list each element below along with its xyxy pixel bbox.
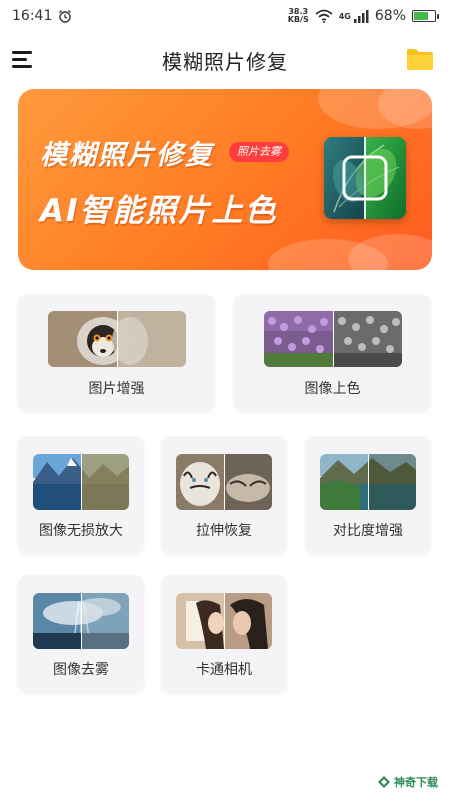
feature-label: 图像上色 (304, 381, 361, 397)
banner-cloud (348, 234, 432, 270)
banner-leaf-photo (324, 137, 406, 219)
net-speed: 38.3 KB/S (288, 8, 309, 24)
watermark-text: 神奇下载 (394, 776, 438, 789)
feature-label: 对比度增强 (333, 523, 403, 539)
feature-card-cartoon-camera[interactable]: 卡通相机 (161, 575, 287, 692)
colorize-thumbnail (264, 311, 402, 367)
signal-icon (353, 10, 369, 23)
banner-title-line1: 模糊照片修复 (40, 140, 214, 171)
status-left: 16:41 (12, 8, 72, 24)
net-speed-unit: KB/S (287, 15, 309, 24)
promo-banner[interactable]: 模糊照片修复 照片去雾 AI智能照片上色 (18, 89, 432, 270)
battery-icon (412, 10, 439, 22)
image-enhance-thumbnail (48, 311, 186, 367)
app-header: 模糊照片修复 (0, 38, 450, 82)
hamburger-menu-icon[interactable] (12, 51, 34, 69)
battery-fill (414, 12, 428, 20)
lossless-upscale-thumbnail (33, 454, 129, 510)
status-bar: 16:41 38.3 KB/S 4G 68% (0, 0, 450, 32)
feature-label: 图像无损放大 (39, 523, 123, 539)
feature-label: 拉伸恢复 (196, 523, 252, 539)
feature-label: 图片增强 (88, 381, 145, 397)
page-title: 模糊照片修复 (162, 49, 288, 74)
cartoon-camera-thumbnail (176, 593, 272, 649)
folder-icon[interactable] (406, 47, 434, 71)
feature-card-stretch-restore[interactable]: 拉伸恢复 (161, 436, 287, 553)
dehaze-thumbnail (33, 593, 129, 649)
network-type-label: 4G (338, 12, 351, 21)
banner-badge: 照片去雾 (229, 142, 289, 162)
wifi-icon (315, 9, 333, 23)
battery-percent: 68% (374, 8, 406, 24)
feature-label: 卡通相机 (196, 662, 252, 678)
feature-card-colorize[interactable]: 图像上色 (234, 294, 431, 411)
clock-time: 16:41 (12, 8, 53, 24)
stretch-restore-thumbnail (176, 454, 272, 510)
banner-title-line2: AI智能照片上色 (40, 193, 278, 229)
feature-card-image-enhance[interactable]: 图片增强 (18, 294, 215, 411)
feature-card-dehaze[interactable]: 图像去雾 (18, 575, 144, 692)
alarm-icon (59, 10, 72, 23)
watermark-logo-icon (378, 776, 390, 788)
watermark: 神奇下载 (377, 774, 438, 790)
feature-label: 图像去雾 (53, 662, 109, 678)
contrast-enhance-thumbnail (320, 454, 416, 510)
feature-card-lossless-upscale[interactable]: 图像无损放大 (18, 436, 144, 553)
feature-card-contrast-enhance[interactable]: 对比度增强 (305, 436, 431, 553)
status-right: 38.3 KB/S 4G 68% (288, 8, 439, 24)
